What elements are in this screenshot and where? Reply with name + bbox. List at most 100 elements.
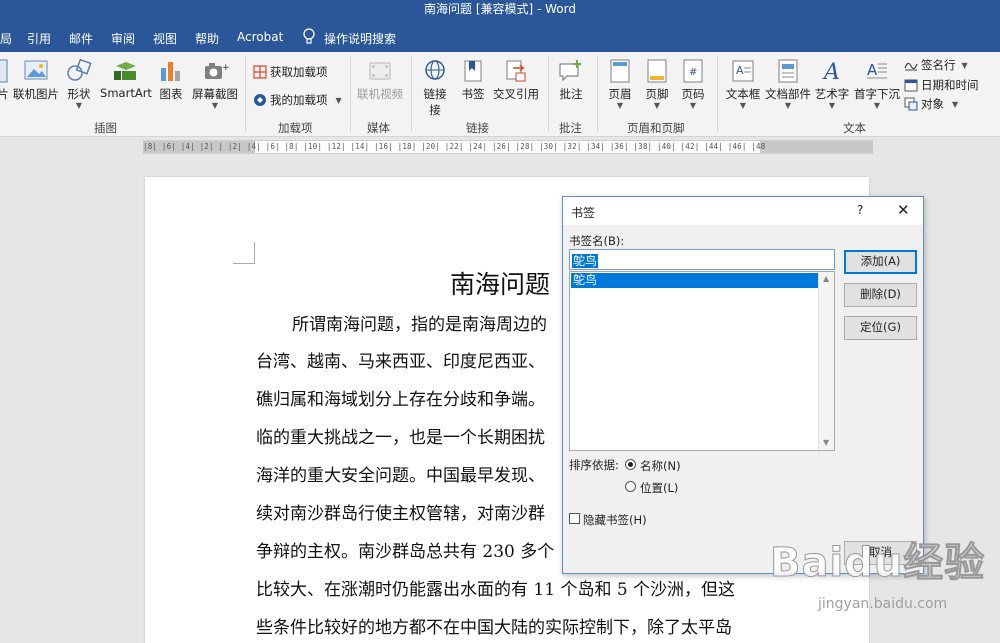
chart-icon: [161, 62, 180, 81]
tab-view[interactable]: 视图: [153, 30, 177, 47]
cross-reference-button[interactable]: 交叉引用: [492, 58, 540, 102]
textbox-button[interactable]: A 文本框 ▼: [724, 58, 762, 110]
sort-by-name-radio[interactable]: [625, 459, 636, 470]
object-icon: [904, 97, 918, 111]
chevron-down-icon: ▼: [952, 99, 959, 109]
tab-references[interactable]: 引用: [27, 30, 51, 47]
shapes-icon: [67, 58, 92, 81]
margin-corner-mark: [233, 242, 255, 264]
get-addins-button[interactable]: 获取加载项: [253, 64, 328, 80]
textbox-icon: A: [732, 60, 754, 82]
smartart-button[interactable]: SmartArt: [100, 58, 152, 100]
tab-review[interactable]: 审阅: [111, 30, 135, 47]
camera-icon: +: [205, 63, 229, 79]
bookmark-name-label: 书签名(B):: [569, 234, 625, 248]
add-button[interactable]: 添加(A): [844, 250, 917, 274]
addins-icon: [254, 94, 266, 106]
page-number-button[interactable]: # 页码 ▼: [678, 58, 708, 110]
delete-button[interactable]: 删除(D): [844, 283, 917, 307]
bookmark-dialog: 书签 ? ✕ 书签名(B): 鸵鸟 鸵鸟 ▲ ▼ 添加(A) 删除(D) 定位(…: [562, 196, 924, 574]
link-button[interactable]: 链接 接: [420, 58, 450, 118]
store-icon: [253, 65, 267, 79]
list-scrollbar[interactable]: ▲ ▼: [818, 272, 834, 450]
globe-link-icon: [425, 60, 445, 80]
document-line: 礁归属和海域划分上存在分歧和争端。: [256, 390, 545, 410]
horizontal-ruler[interactable]: |8| |6| |4| |2| | |2| |4| |6| |8| |10| |…: [143, 140, 873, 154]
my-addins-button[interactable]: 我的加载项 ▼: [253, 92, 342, 108]
sort-by-location-label: 位置(L): [640, 481, 679, 495]
lightbulb-icon: [303, 28, 315, 44]
bookmark-button[interactable]: 书签: [458, 58, 488, 102]
header-icon: [610, 59, 630, 83]
object-button[interactable]: 对象 ▼: [904, 96, 958, 112]
bookmark-name-input[interactable]: 鸵鸟: [569, 249, 835, 270]
window-title: 南海问题 [兼容模式] - Word: [424, 2, 576, 16]
chevron-down-icon: ▼: [873, 101, 881, 110]
group-separator: [411, 56, 412, 132]
online-picture-icon: [24, 60, 48, 80]
shapes-button[interactable]: 形状 ▼: [64, 58, 94, 110]
wordart-button[interactable]: A 艺术字 ▼: [814, 58, 850, 110]
hidden-bookmarks-checkbox[interactable]: [569, 513, 580, 524]
smartart-icon: [114, 62, 136, 80]
document-line: 些条件比较好的地方都不在中国大陆的实际控制下，除了太平岛: [256, 618, 732, 638]
ruler-right-margin: [760, 141, 873, 153]
dialog-title: 书签: [571, 206, 596, 220]
svg-text:#: #: [689, 67, 697, 78]
signature-line-button[interactable]: 签名行 ▼: [904, 57, 968, 73]
chevron-down-icon: ▼: [961, 60, 968, 70]
ruler-ticks: |8| |6| |4| |2| | |2| |4| |6| |8| |10| |…: [143, 142, 766, 151]
document-line: 争辩的主权。南沙群岛总共有 230 多个: [256, 542, 555, 562]
comment-icon: [559, 60, 581, 82]
svg-text:A: A: [822, 60, 840, 84]
chevron-down-icon: ▼: [689, 101, 697, 110]
scroll-up-icon[interactable]: ▲: [823, 274, 829, 283]
dialog-title-bar: 书签 ? ✕: [563, 197, 923, 225]
sort-by-label: 排序依据:: [569, 458, 619, 472]
quick-parts-button[interactable]: 文档部件 ▼: [765, 58, 811, 110]
quick-parts-icon: [778, 59, 798, 83]
tab-layout[interactable]: 局: [0, 30, 12, 47]
sort-by-name-label: 名称(N): [640, 459, 681, 473]
pictures-button[interactable]: 片: [0, 58, 10, 102]
document-line: 比较大、在涨潮时仍能露出水面的有 11 个岛和 5 个沙洲，但这: [256, 580, 736, 600]
goto-button[interactable]: 定位(G): [844, 316, 917, 340]
bookmark-list-item[interactable]: 鸵鸟: [571, 273, 819, 288]
comment-button[interactable]: 批注: [556, 58, 586, 102]
header-button[interactable]: 页眉 ▼: [605, 58, 635, 110]
ribbon-tab-bar: 局 引用 邮件 审阅 视图 帮助 Acrobat 操作说明搜索: [0, 22, 1000, 52]
bookmark-name-value: 鸵鸟: [572, 254, 599, 268]
document-line: 所谓南海问题，指的是南海周边的: [292, 315, 547, 335]
close-button[interactable]: ✕: [897, 201, 910, 219]
tab-mailings[interactable]: 邮件: [69, 30, 93, 47]
help-button[interactable]: ?: [857, 203, 863, 217]
footer-button[interactable]: 页脚 ▼: [642, 58, 672, 110]
wordart-icon: A: [822, 60, 840, 84]
ribbon: 片 联机图片 形状 ▼ SmartArt 图表 + 屏幕截图 ▼ 插图 获取加载…: [0, 52, 1000, 137]
chevron-down-icon: ▼: [211, 101, 219, 110]
group-separator: [245, 56, 246, 132]
sort-by-location-radio[interactable]: [625, 481, 636, 492]
calendar-icon: [904, 79, 918, 92]
svg-text:+: +: [222, 63, 229, 73]
chevron-down-icon: ▼: [616, 101, 624, 110]
document-line: 海洋的重大安全问题。中国最早发现、: [256, 466, 545, 486]
window-title-bar: 南海问题 [兼容模式] - Word: [0, 0, 1000, 22]
group-label-header-footer: 页眉和页脚: [627, 121, 685, 135]
group-label-media: 媒体: [367, 121, 390, 135]
chart-button[interactable]: 图表: [157, 58, 185, 102]
online-pictures-button[interactable]: 联机图片: [13, 58, 59, 102]
drop-cap-button[interactable]: A 首字下沉 ▼: [853, 58, 901, 110]
watermark-brand: Baidu经验: [769, 540, 986, 587]
group-separator: [548, 56, 549, 132]
chevron-down-icon: ▼: [653, 101, 661, 110]
screenshot-button[interactable]: + 屏幕截图 ▼: [191, 58, 239, 110]
online-video-button[interactable]: 联机视频: [356, 58, 404, 102]
tell-me-search[interactable]: 操作说明搜索: [324, 30, 396, 47]
signature-icon: [904, 62, 918, 71]
tab-acrobat[interactable]: Acrobat: [237, 30, 283, 44]
bookmark-list[interactable]: 鸵鸟 ▲ ▼: [569, 271, 835, 451]
date-time-button[interactable]: 日期和时间: [904, 77, 979, 93]
scroll-down-icon[interactable]: ▼: [823, 438, 829, 447]
tab-help[interactable]: 帮助: [195, 30, 219, 47]
